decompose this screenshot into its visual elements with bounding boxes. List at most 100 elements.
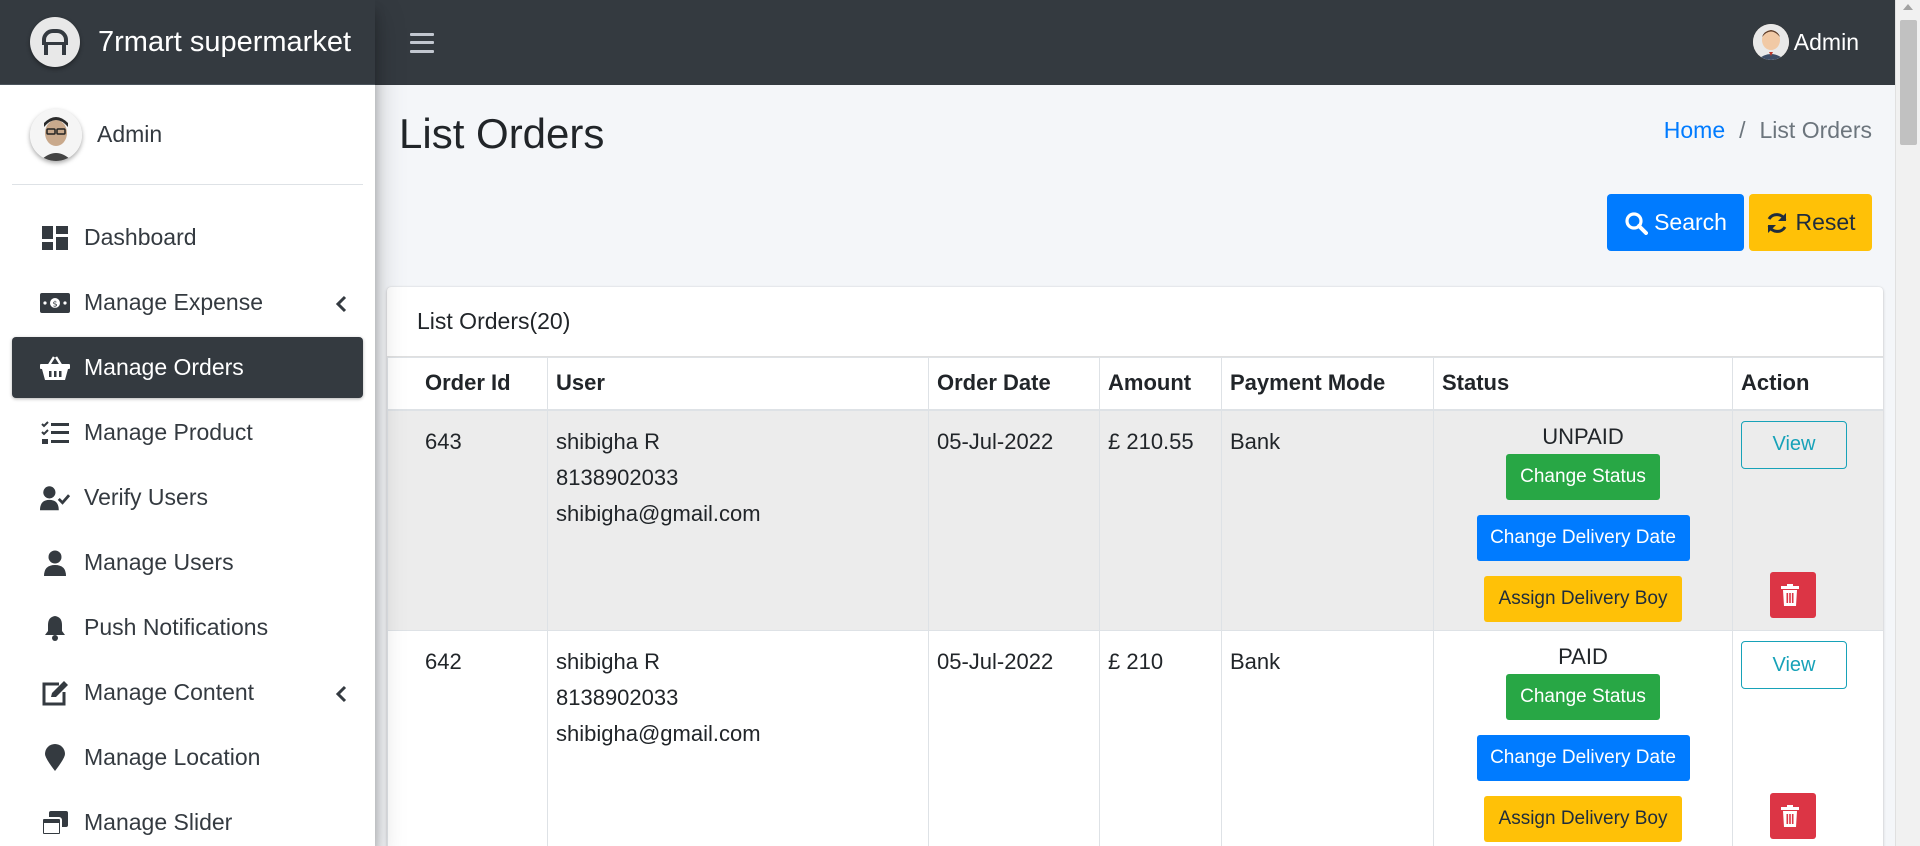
user-name: shibigha R — [556, 649, 660, 674]
sidebar-user-name: Admin — [97, 121, 163, 147]
avatar — [1752, 24, 1789, 60]
svg-text:$: $ — [52, 299, 57, 308]
scrollbar-thumb[interactable] — [1900, 20, 1917, 145]
column-header: User — [547, 357, 929, 411]
basket-icon — [40, 353, 70, 383]
sidebar-item-label: Manage Location — [84, 744, 261, 770]
search-button[interactable]: Search — [1607, 194, 1744, 251]
user-cell: shibigha R 8138902033 shibigha@gmail.com — [547, 409, 929, 631]
edit-icon — [40, 678, 70, 708]
sidebar-item-label: Manage Content — [84, 679, 255, 705]
user-check-icon — [40, 483, 70, 513]
map-marker-icon — [40, 743, 70, 773]
brand-logo-icon — [30, 17, 80, 67]
sidebar-item-label: Manage Users — [84, 549, 234, 575]
column-header: Payment Mode — [1221, 357, 1434, 411]
bell-icon — [40, 613, 70, 643]
scroll-up-arrow-icon[interactable] — [1903, 4, 1913, 10]
user-icon — [40, 548, 70, 578]
breadcrumb: Home / List Orders — [1664, 117, 1872, 144]
action-cell: View — [1732, 409, 1883, 631]
orders-card: List Orders(20) Order Id User Order Date… — [387, 287, 1883, 846]
status-cell: UNPAID Change Status Change Delivery Dat… — [1433, 409, 1733, 631]
breadcrumb-home-link[interactable]: Home — [1664, 117, 1725, 144]
orders-table: Order Id User Order Date Amount Payment … — [387, 357, 1883, 846]
table-row: 642 shibigha R 8138902033 shibigha@gmail… — [387, 630, 1883, 846]
status-cell: PAID Change Status Change Delivery Date … — [1433, 630, 1733, 846]
change-delivery-date-button[interactable]: Change Delivery Date — [1476, 735, 1690, 781]
order-date-cell: 05-Jul-2022 — [928, 409, 1100, 631]
dashboard-icon — [40, 223, 70, 253]
user-phone: 8138902033 — [556, 464, 679, 490]
card-title: List Orders(20) — [387, 287, 1883, 357]
sidebar-item-push-notifications[interactable]: Push Notifications — [12, 597, 363, 658]
change-status-button[interactable]: Change Status — [1506, 453, 1660, 500]
delete-button[interactable] — [1770, 793, 1816, 839]
view-button[interactable]: View — [1741, 641, 1847, 689]
chevron-left-icon — [335, 292, 347, 319]
amount-cell: £ 210 — [1099, 630, 1222, 846]
amount-cell: £ 210.55 — [1099, 409, 1222, 631]
sidebar-item-label: Manage Product — [84, 419, 253, 445]
sidebar-item-manage-product[interactable]: Manage Product — [12, 402, 363, 463]
change-delivery-date-button[interactable]: Change Delivery Date — [1476, 514, 1690, 561]
main-sidebar: 7rmart supermarket Admin Dashboard $ Man… — [0, 0, 375, 846]
window-restore-icon — [40, 808, 70, 838]
search-icon — [1625, 211, 1649, 235]
payment-mode-cell: Bank — [1221, 409, 1434, 631]
user-cell: shibigha R 8138902033 shibigha@gmail.com — [547, 630, 929, 846]
table-header-row: Order Id User Order Date Amount Payment … — [387, 357, 1883, 411]
sidebar-item-manage-slider[interactable]: Manage Slider — [12, 792, 363, 846]
column-header: Action — [1732, 357, 1883, 411]
status-badge: UNPAID — [1542, 423, 1624, 449]
sidebar-item-verify-users[interactable]: Verify Users — [12, 467, 363, 528]
assign-delivery-boy-button[interactable]: Assign Delivery Boy — [1484, 575, 1682, 622]
assign-delivery-boy-button[interactable]: Assign Delivery Boy — [1484, 796, 1682, 842]
vertical-scrollbar[interactable] — [1895, 0, 1920, 846]
sidebar-user-panel[interactable]: Admin — [12, 85, 363, 185]
sidebar-item-label: Manage Orders — [84, 354, 244, 380]
column-header: Order Date — [928, 357, 1100, 411]
change-status-button[interactable]: Change Status — [1506, 674, 1660, 720]
sidebar-nav: Dashboard $ Manage Expense Manage Orders… — [0, 185, 375, 846]
top-user-menu[interactable]: Admin — [1752, 24, 1859, 60]
breadcrumb-current: List Orders — [1759, 117, 1872, 143]
sidebar-item-label: Manage Slider — [84, 809, 233, 835]
status-badge: PAID — [1558, 644, 1608, 669]
trash-icon — [1781, 805, 1799, 827]
delete-button[interactable] — [1770, 572, 1816, 618]
user-name: shibigha R — [556, 428, 660, 454]
breadcrumb-separator: / — [1739, 117, 1746, 143]
user-email: shibigha@gmail.com — [556, 721, 761, 746]
brand-link[interactable]: 7rmart supermarket — [0, 0, 375, 85]
top-navbar: Admin — [375, 0, 1895, 85]
sync-icon — [1768, 212, 1787, 233]
reset-button[interactable]: Reset — [1749, 194, 1872, 251]
user-email: shibigha@gmail.com — [556, 500, 761, 526]
action-cell: View — [1732, 630, 1883, 846]
sidebar-item-dashboard[interactable]: Dashboard — [12, 207, 363, 268]
sidebar-item-manage-users[interactable]: Manage Users — [12, 532, 363, 593]
sidebar-item-manage-expense[interactable]: $ Manage Expense — [12, 272, 363, 333]
sidebar-item-label: Push Notifications — [84, 614, 269, 640]
reset-button-label: Reset — [1795, 209, 1856, 235]
sidebar-item-manage-orders[interactable]: Manage Orders — [12, 337, 363, 398]
column-header: Status — [1433, 357, 1733, 411]
hamburger-menu-icon[interactable] — [410, 31, 434, 55]
avatar — [30, 108, 82, 161]
chevron-left-icon — [335, 682, 347, 709]
trash-icon — [1781, 584, 1799, 606]
search-button-label: Search — [1654, 209, 1727, 235]
order-id-cell: 643 — [387, 409, 548, 631]
sidebar-item-manage-location[interactable]: Manage Location — [12, 727, 363, 788]
view-button[interactable]: View — [1741, 420, 1847, 469]
table-row: 643 shibigha R 8138902033 shibigha@gmail… — [387, 409, 1883, 631]
tasks-icon — [40, 418, 70, 448]
column-header: Order Id — [387, 357, 548, 411]
sidebar-item-manage-content[interactable]: Manage Content — [12, 662, 363, 723]
user-phone: 8138902033 — [556, 685, 679, 710]
order-id-cell: 642 — [387, 630, 548, 846]
column-header: Amount — [1099, 357, 1222, 411]
sidebar-item-label: Manage Expense — [84, 289, 264, 315]
payment-mode-cell: Bank — [1221, 630, 1434, 846]
